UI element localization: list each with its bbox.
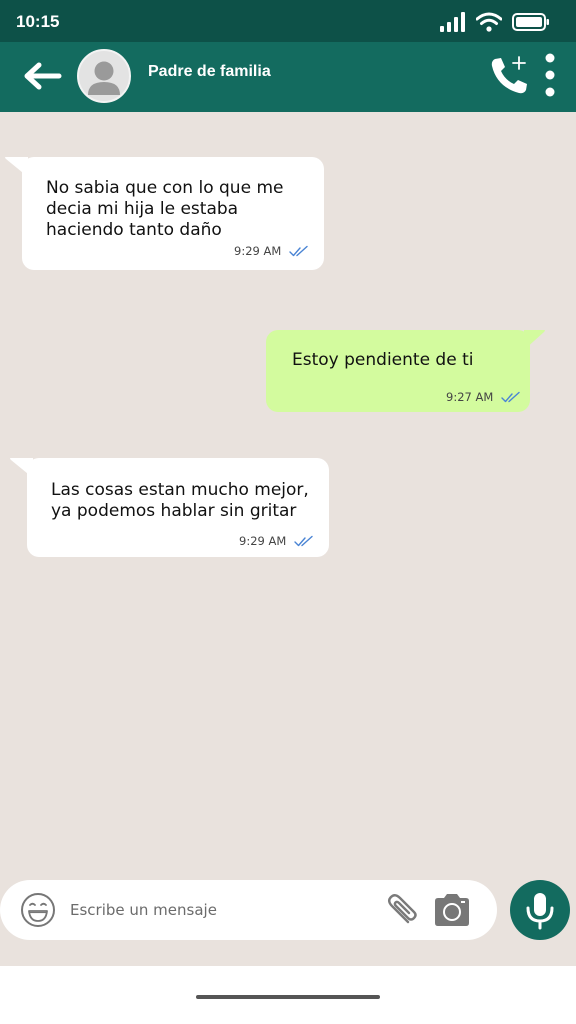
message-time: 9:29 AM — [234, 244, 282, 258]
add-call-button[interactable] — [488, 54, 532, 98]
message-meta: 9:27 AM — [446, 390, 521, 404]
microphone-icon — [526, 893, 554, 930]
avatar-icon — [88, 61, 120, 95]
more-vert-icon — [545, 53, 555, 97]
back-button[interactable] — [22, 58, 62, 94]
camera-button[interactable] — [432, 892, 472, 928]
status-time: 10:15 — [16, 12, 60, 31]
message-text: No sabia que con lo que me decia mi hija… — [46, 178, 284, 240]
message-text: Las cosas estan mucho mejor, ya podemos … — [51, 480, 309, 521]
message-bubble-outgoing[interactable]: Estoy pendiente de ti 9:27 AM — [266, 330, 545, 412]
read-ticks-icon — [289, 245, 308, 257]
home-indicator[interactable] — [196, 995, 380, 999]
add-call-icon — [491, 56, 527, 94]
camera-icon — [435, 894, 469, 926]
battery-icon — [512, 13, 549, 31]
message-text: Estoy pendiente de ti — [292, 350, 474, 370]
message-time: 9:27 AM — [446, 390, 494, 404]
bubble-tail — [10, 458, 33, 478]
bubble-tail — [524, 330, 545, 350]
status-bar: 10:15 — [0, 0, 576, 42]
message-meta: 9:29 AM — [239, 534, 314, 548]
paperclip-icon — [388, 894, 417, 924]
avatar[interactable] — [77, 49, 131, 103]
back-arrow-icon — [24, 62, 62, 90]
message-meta: 9:29 AM — [234, 244, 309, 258]
contact-name[interactable]: Padre de familia — [148, 63, 271, 81]
message-time: 9:29 AM — [239, 534, 287, 548]
bubble-tail — [5, 157, 28, 177]
message-bubble-incoming[interactable]: Las cosas estan mucho mejor, ya podemos … — [10, 458, 329, 557]
wifi-icon — [476, 12, 502, 32]
home-bar-area — [0, 966, 576, 1024]
voice-message-button[interactable] — [510, 880, 570, 940]
emoji-icon — [21, 893, 55, 927]
signal-icon — [440, 12, 465, 32]
attach-button[interactable] — [380, 892, 420, 932]
more-options-button[interactable] — [538, 52, 562, 98]
read-ticks-icon — [501, 391, 520, 403]
emoji-button[interactable] — [20, 892, 56, 928]
message-composer — [0, 880, 497, 940]
message-input[interactable] — [70, 898, 360, 922]
chat-header: Padre de familia — [0, 42, 576, 112]
read-ticks-icon — [294, 535, 313, 547]
status-icons — [440, 11, 550, 33]
message-bubble-incoming[interactable]: No sabia que con lo que me decia mi hija… — [5, 157, 324, 270]
